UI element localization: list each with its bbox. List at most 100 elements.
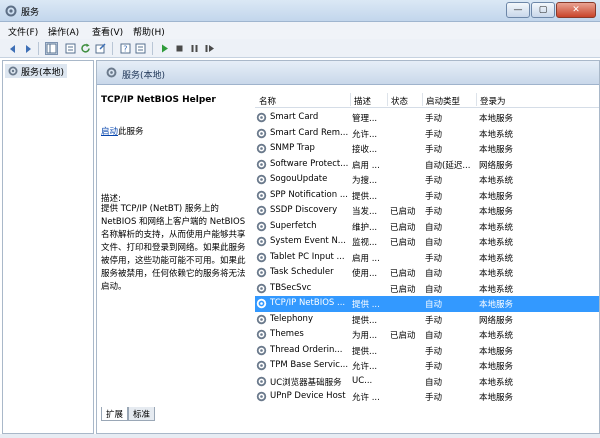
service-name: System Event N... [270, 236, 346, 246]
table-row[interactable]: Themes 为用... 已启动 自动 本地系统 [255, 327, 599, 343]
service-logon-as: 本地服务 [479, 300, 514, 310]
refresh-icon[interactable] [79, 42, 92, 55]
service-name: Task Scheduler [270, 267, 334, 277]
menu-help[interactable]: 帮助(H) [133, 25, 165, 38]
start-service-link[interactable]: 启动 [101, 127, 118, 137]
service-logon-as: 本地服务 [479, 393, 514, 403]
services-list: 名称 描述 状态 启动类型 登录为 Smart Card 管理... 手动 本地服务 S… [255, 91, 599, 403]
service-description: UC... [352, 375, 373, 386]
table-row[interactable]: UPnP Device Host 允许 ... 手动 本地服务 [255, 389, 599, 403]
column-header-startup-type[interactable]: 启动类型 [426, 95, 460, 107]
service-description: 允许... [352, 129, 378, 140]
service-startup-type: 自动 [425, 284, 443, 295]
service-logon-as: 本地服务 [479, 346, 514, 357]
menu-action[interactable]: 操作(A) [48, 25, 79, 38]
menu-view[interactable]: 查看(V) [92, 25, 123, 38]
service-name: TPM Base Servic... [270, 360, 349, 370]
toolbar: ? [0, 39, 600, 58]
console-tree-icon[interactable] [45, 42, 58, 55]
service-name: SSDP Discovery [270, 205, 338, 215]
service-startup-type: 手动 [425, 114, 443, 124]
table-row[interactable]: Smart Card 管理... 手动 本地服务 [255, 110, 599, 126]
table-row[interactable]: Task Scheduler 使用... 已启动 自动 本地系统 [255, 265, 599, 281]
services-icon [106, 67, 117, 78]
stop-icon[interactable] [173, 42, 186, 55]
menu-bar: 文件(F) 操作(A) 查看(V) 帮助(H) [0, 22, 600, 39]
help-topics-icon[interactable] [134, 42, 147, 55]
service-description: 允许 ... [352, 393, 380, 403]
service-name: Telephony [270, 313, 313, 324]
column-header-logon-as[interactable]: 登录为 [480, 95, 506, 107]
console-tree: 服务(本地) [2, 60, 94, 434]
close-button[interactable]: ✕ [556, 2, 596, 18]
column-header-status[interactable]: 状态 [391, 95, 408, 107]
service-description: 监视... [352, 238, 378, 248]
table-row[interactable]: System Event N... 监视... 已启动 自动 本地系统 [255, 234, 599, 250]
table-row[interactable]: Superfetch 维护... 已启动 自动 本地系统 [255, 219, 599, 235]
table-row[interactable]: TCP/IP NetBIOS ... 提供 ... 自动 本地服务 [255, 296, 599, 312]
tab-extended[interactable]: 扩展 [101, 407, 129, 421]
title-bar: 服务 — ▢ ✕ [0, 0, 600, 22]
minimize-button[interactable]: — [506, 2, 530, 18]
service-status: 已启动 [390, 269, 416, 279]
list-header: 名称 描述 状态 启动类型 登录为 [255, 91, 599, 108]
svg-text:?: ? [123, 45, 127, 54]
service-name: Superfetch [270, 220, 317, 231]
service-logon-as: 本地系统 [479, 253, 514, 264]
menu-file[interactable]: 文件(F) [8, 25, 38, 38]
table-row[interactable]: Tablet PC Input ... 启用 ... 手动 本地系统 [255, 250, 599, 266]
service-description: 提供 ... [352, 300, 380, 310]
service-startup-type: 手动 [425, 145, 443, 155]
service-name: Thread Orderin... [270, 344, 343, 355]
gear-icon [256, 252, 267, 262]
gear-icon [256, 360, 267, 371]
back-icon[interactable] [6, 42, 19, 55]
service-status: 已启动 [390, 284, 416, 295]
service-logon-as: 本地系统 [479, 129, 514, 140]
table-row[interactable]: SSDP Discovery 当发... 已启动 手动 本地服务 [255, 203, 599, 219]
gear-icon [256, 298, 267, 309]
service-startup-type: 自动 [425, 377, 443, 388]
pause-icon[interactable] [188, 42, 201, 55]
service-name: SNMP Trap [270, 143, 315, 153]
start-icon[interactable] [158, 42, 171, 55]
table-row[interactable]: Smart Card Rem... 允许... 手动 本地系统 [255, 126, 599, 142]
table-row[interactable]: Telephony 提供... 手动 网络服务 [255, 312, 599, 328]
table-row[interactable]: Software Protect... 启用 ... 自动(延迟... 网络服务 [255, 157, 599, 173]
service-logon-as: 本地服务 [479, 114, 514, 124]
start-line: 启动此服务 [101, 125, 144, 137]
column-header-name[interactable]: 名称 [259, 95, 276, 107]
column-header-description[interactable]: 描述 [354, 95, 371, 107]
service-startup-type: 自动 [425, 269, 443, 279]
table-row[interactable]: TPM Base Servic... 允许... 手动 本地服务 [255, 358, 599, 374]
description-text: 提供 TCP/IP (NetBT) 服务上的 NetBIOS 和网络上客户端的 … [101, 204, 246, 292]
status-bar [0, 434, 600, 438]
service-name: SPP Notification ... [270, 189, 348, 200]
gear-icon [256, 221, 267, 231]
table-row[interactable]: UC浏览器基础服务 UC... 自动 本地系统 [255, 374, 599, 390]
gear-icon [256, 205, 267, 216]
restart-icon[interactable] [203, 42, 216, 55]
maximize-button[interactable]: ▢ [531, 2, 555, 18]
gear-icon [256, 345, 267, 355]
service-startup-type: 手动 [425, 362, 443, 372]
service-name: TCP/IP NetBIOS ... [270, 298, 346, 308]
properties-icon[interactable] [64, 42, 77, 55]
table-row[interactable]: SPP Notification ... 提供... 手动 本地服务 [255, 188, 599, 204]
table-row[interactable]: TBSecSvc 已启动 自动 本地系统 [255, 281, 599, 297]
help-icon[interactable]: ? [119, 42, 132, 55]
forward-icon[interactable] [21, 42, 34, 55]
table-row[interactable]: SNMP Trap 接收... 手动 本地服务 [255, 141, 599, 157]
tree-item-services-local[interactable]: 服务(本地) [5, 64, 68, 78]
service-logon-as: 本地系统 [479, 238, 514, 248]
export-icon[interactable] [94, 42, 107, 55]
table-row[interactable]: SogouUpdate 为搜... 手动 本地系统 [255, 172, 599, 188]
service-description: 接收... [352, 145, 378, 155]
tab-standard[interactable]: 标准 [128, 407, 156, 421]
window-title: 服务 [21, 8, 40, 18]
view-tabs: 扩展 标准 [101, 407, 156, 421]
table-row[interactable]: Thread Orderin... 提供... 手动 本地服务 [255, 343, 599, 359]
service-startup-type: 自动 [425, 331, 443, 341]
service-startup-type: 自动 [425, 238, 443, 248]
service-startup-type: 手动 [425, 176, 443, 186]
